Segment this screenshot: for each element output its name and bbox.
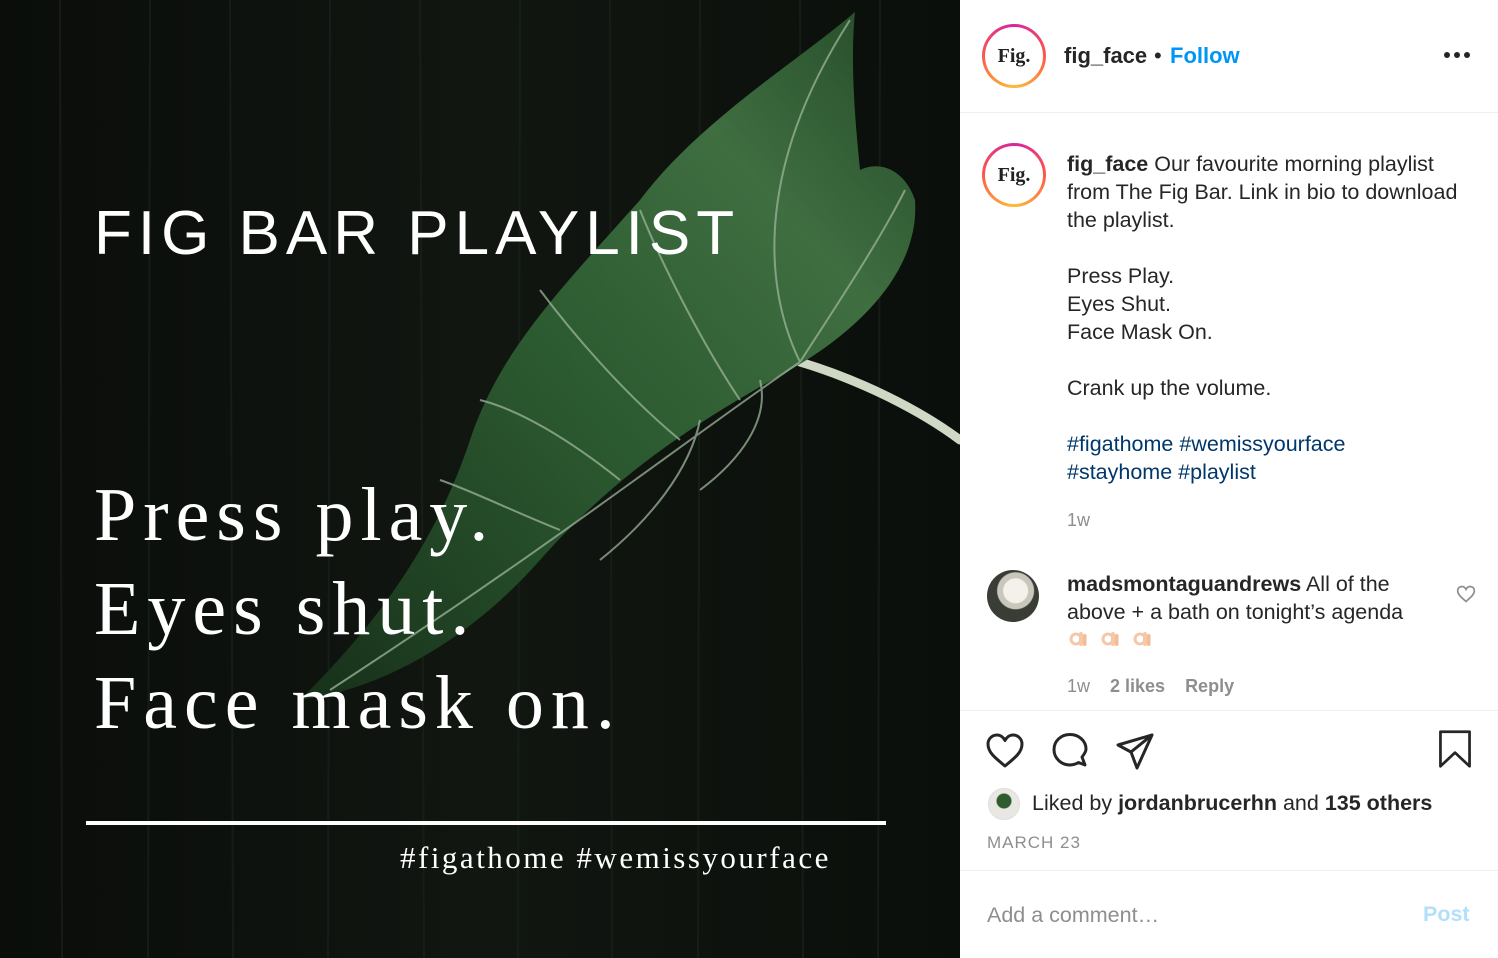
heart-icon[interactable]	[985, 731, 1025, 771]
avatar-logo: Fig.	[985, 27, 1043, 85]
liked-prefix: Liked by	[1032, 791, 1113, 815]
comment-icon[interactable]	[1050, 731, 1090, 771]
caption-line: Eyes Shut.	[1067, 292, 1171, 316]
ok-hand-emoji	[1131, 628, 1153, 650]
hashtag-link[interactable]: #figathome	[1067, 432, 1173, 456]
comment: madsmontaguandrews All of the above + a …	[1067, 570, 1437, 650]
avatar-logo: Fig.	[985, 146, 1043, 204]
dot	[1454, 52, 1460, 58]
comment-input[interactable]	[987, 899, 1387, 931]
post-image-divider	[86, 821, 886, 825]
comment-avatar[interactable]	[987, 570, 1039, 622]
post-image-line: Face mask on.	[94, 661, 622, 745]
caption-timestamp[interactable]: 1w	[1067, 510, 1090, 531]
caption-text: fig_face Our favourite morning playlist …	[1067, 150, 1467, 486]
liked-by-text: Liked by jordanbrucerhn and 135 others	[1032, 791, 1432, 816]
reply-button[interactable]: Reply	[1185, 676, 1234, 697]
post-side-panel: Fig. fig_face • Follow Fig. fig_face Our…	[960, 0, 1498, 958]
post-actions: Liked by jordanbrucerhn and 135 others M…	[960, 710, 1498, 870]
avatar[interactable]: Fig.	[982, 24, 1046, 88]
comment-heart-icon[interactable]	[1456, 584, 1476, 604]
post-image-line: Eyes shut.	[94, 567, 477, 651]
follow-button[interactable]: Follow	[1170, 43, 1240, 69]
ok-hand-emoji	[1067, 628, 1089, 650]
comment-meta: 1w 2 likes Reply	[1067, 676, 1234, 697]
comment-emoji-row	[1067, 628, 1437, 650]
post-image-line: Press play.	[94, 473, 496, 557]
caption-username[interactable]: fig_face	[1067, 152, 1148, 176]
caption-avatar[interactable]: Fig.	[982, 143, 1046, 207]
caption-line: Crank up the volume.	[1067, 376, 1272, 400]
caption-line: Press Play.	[1067, 264, 1175, 288]
post-image[interactable]: FIG BAR PLAYLIST Press play. Eyes shut. …	[0, 0, 960, 958]
more-options-icon[interactable]	[1444, 52, 1470, 60]
dot	[1444, 52, 1450, 58]
comment-timestamp[interactable]: 1w	[1067, 676, 1090, 697]
post-image-title: FIG BAR PLAYLIST	[94, 199, 741, 268]
liked-mid: and	[1282, 791, 1319, 815]
dot	[1464, 52, 1470, 58]
header-username[interactable]: fig_face	[1064, 43, 1147, 69]
hashtag-link[interactable]: #playlist	[1178, 460, 1256, 484]
post-date[interactable]: MARCH 23	[987, 833, 1081, 853]
post-image-lines: Press play. Eyes shut. Face mask on.	[94, 468, 622, 750]
ok-hand-emoji	[1099, 628, 1121, 650]
post-image-tags: #figathome #wemissyourface	[400, 840, 831, 875]
share-icon[interactable]	[1115, 731, 1155, 771]
add-comment-bar: Post	[960, 870, 1498, 958]
post-comment-button[interactable]: Post	[1423, 902, 1470, 927]
comment-likes[interactable]: 2 likes	[1110, 676, 1165, 697]
bookmark-icon[interactable]	[1435, 729, 1475, 769]
header-separator: •	[1154, 43, 1162, 68]
comment-username[interactable]: madsmontaguandrews	[1067, 572, 1301, 596]
hashtag-link[interactable]: #wemissyourface	[1179, 432, 1345, 456]
post-header: Fig. fig_face • Follow	[960, 0, 1498, 113]
liked-user-link[interactable]: jordanbrucerhn	[1118, 791, 1277, 815]
hashtag-link[interactable]: #stayhome	[1067, 460, 1172, 484]
liked-others-link[interactable]: 135 others	[1325, 791, 1433, 815]
caption-line: Face Mask On.	[1067, 320, 1213, 344]
liked-by-avatar[interactable]	[988, 788, 1020, 820]
